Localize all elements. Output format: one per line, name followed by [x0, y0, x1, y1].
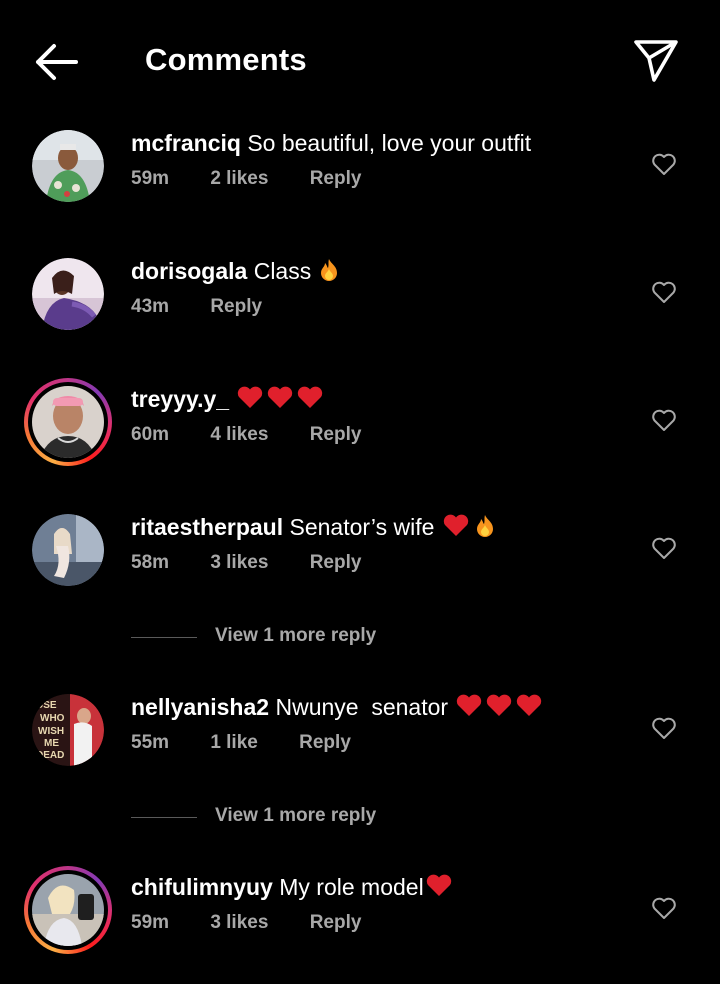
comment-likes[interactable]: 4 likes — [210, 424, 268, 445]
fire-emoji-icon — [320, 259, 337, 281]
avatar-story-ring[interactable] — [24, 378, 112, 466]
comment-likes[interactable]: 3 likes — [210, 552, 268, 573]
heart-fire-emoji-icon — [443, 514, 493, 537]
view-more-replies-label[interactable]: View 1 more reply — [215, 805, 376, 827]
reply-button[interactable]: Reply — [299, 732, 351, 753]
comment-text: Class — [253, 258, 312, 284]
comment-meta: 59m 3 likes Reply — [131, 912, 397, 934]
red-hearts-emoji-icon — [238, 386, 323, 408]
comment-item: ritaestherpaul Senator’s wife 58m 3 like… — [0, 514, 720, 624]
comment-likes[interactable]: 2 likes — [210, 168, 268, 189]
comment-username[interactable]: dorisogala — [131, 258, 247, 284]
svg-text:WISH: WISH — [38, 726, 64, 737]
avatar-image — [32, 386, 104, 458]
comment-username[interactable]: mcfranciq — [131, 130, 241, 156]
avatar[interactable] — [32, 130, 104, 202]
comment-item: treyyy.y_ 60m 4 likes Reply — [0, 378, 720, 496]
share-send-icon[interactable] — [632, 36, 680, 84]
avatar-image — [32, 514, 104, 586]
like-heart-icon[interactable] — [651, 408, 677, 432]
comment-item: mcfranciq So beautiful, love your outfit… — [0, 130, 720, 240]
comment-time: 43m — [131, 296, 170, 317]
comment-line: ritaestherpaul Senator’s wife — [131, 514, 499, 541]
divider — [131, 637, 197, 638]
header: Comments — [0, 0, 720, 122]
avatar-image — [32, 130, 104, 202]
comment-likes[interactable]: 3 likes — [210, 912, 268, 933]
comment-text: My role model — [279, 874, 424, 900]
page-title: Comments — [145, 42, 307, 77]
svg-text:DEAD: DEAD — [36, 750, 64, 761]
reply-button[interactable]: Reply — [210, 296, 262, 317]
comment-likes[interactable]: 1 like — [210, 732, 258, 753]
comment-item: USE WHO WISH ME DEAD nellyanisha2 Nwunye… — [0, 694, 720, 804]
comment-item: chifulimnyuy My role model 59m 3 likes R… — [0, 866, 720, 984]
comment-username[interactable]: ritaestherpaul — [131, 514, 283, 540]
back-arrow-icon[interactable] — [30, 40, 82, 84]
red-hearts-emoji-icon — [457, 694, 542, 716]
comment-text: Senator’s wife — [289, 514, 435, 540]
comment-time: 59m — [131, 168, 170, 189]
comment-line: nellyanisha2 Nwunye senator — [131, 694, 546, 721]
avatar[interactable]: USE WHO WISH ME DEAD — [32, 694, 104, 766]
comment-item: dorisogala Class 43m Reply — [0, 258, 720, 368]
reply-button[interactable]: Reply — [310, 912, 362, 933]
comment-text: Nwunye senator — [275, 694, 449, 720]
avatar-image: USE WHO WISH ME DEAD — [32, 694, 104, 766]
comment-line: mcfranciq So beautiful, love your outfit — [131, 130, 531, 157]
svg-text:WHO: WHO — [40, 713, 65, 724]
reply-button[interactable]: Reply — [310, 168, 362, 189]
comment-line: chifulimnyuy My role model — [131, 874, 454, 901]
comment-meta: 55m 1 like Reply — [131, 732, 387, 754]
view-more-replies[interactable]: View 1 more reply — [131, 805, 531, 831]
view-more-replies[interactable]: View 1 more reply — [131, 625, 531, 651]
view-more-replies-label[interactable]: View 1 more reply — [215, 625, 376, 647]
comment-username[interactable]: chifulimnyuy — [131, 874, 273, 900]
svg-text:ME: ME — [44, 738, 59, 749]
comment-meta: 43m Reply — [131, 296, 298, 318]
red-heart-emoji-icon — [426, 874, 451, 896]
avatar-image — [32, 258, 104, 330]
comment-meta: 58m 3 likes Reply — [131, 552, 397, 574]
comment-meta: 60m 4 likes Reply — [131, 424, 397, 446]
like-heart-icon[interactable] — [651, 152, 677, 176]
comment-line: dorisogala Class — [131, 258, 340, 285]
avatar[interactable] — [32, 258, 104, 330]
avatar[interactable] — [32, 514, 104, 586]
reply-button[interactable]: Reply — [310, 424, 362, 445]
avatar-story-ring[interactable] — [24, 866, 112, 954]
like-heart-icon[interactable] — [651, 716, 677, 740]
avatar-poster-text: USE — [36, 700, 57, 711]
reply-button[interactable]: Reply — [310, 552, 362, 573]
comment-time: 59m — [131, 912, 170, 933]
comment-time: 60m — [131, 424, 170, 445]
comment-line: treyyy.y_ — [131, 386, 327, 413]
comment-username[interactable]: nellyanisha2 — [131, 694, 269, 720]
divider — [131, 817, 197, 818]
avatar-image — [32, 874, 104, 946]
comment-text: So beautiful, love your outfit — [247, 130, 532, 156]
like-heart-icon[interactable] — [651, 280, 677, 304]
comment-time: 55m — [131, 732, 170, 753]
comment-time: 58m — [131, 552, 170, 573]
comment-username[interactable]: treyyy.y_ — [131, 386, 229, 412]
like-heart-icon[interactable] — [651, 896, 677, 920]
like-heart-icon[interactable] — [651, 536, 677, 560]
comment-meta: 59m 2 likes Reply — [131, 168, 397, 190]
